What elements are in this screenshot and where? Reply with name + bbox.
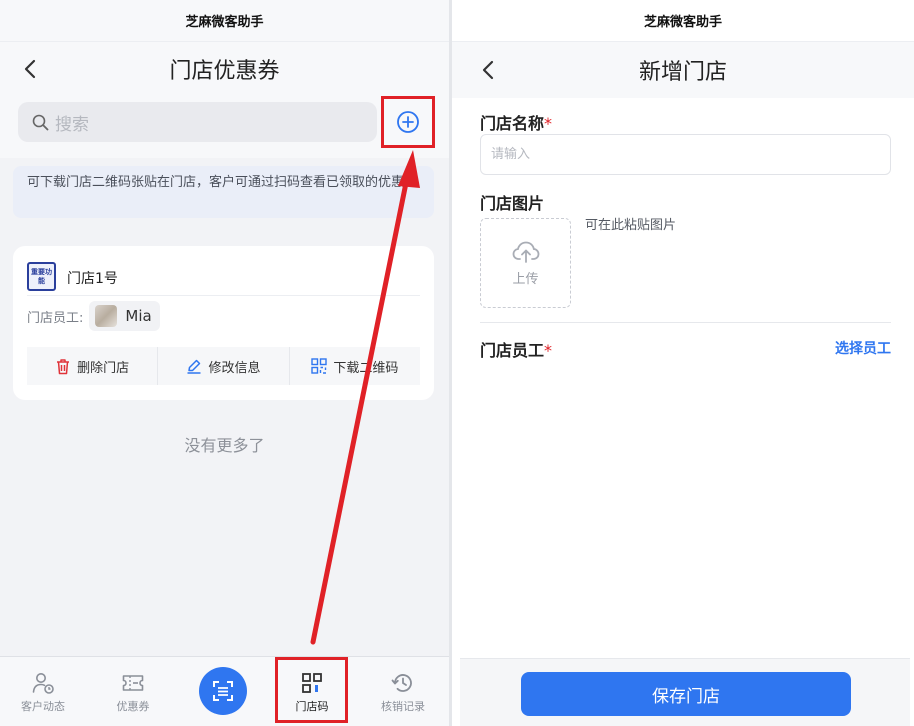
tab-label: 客户动态 [21,700,65,713]
upload-label: 上传 [512,271,539,287]
pencil-icon [187,359,201,374]
upload-image-button[interactable]: 上传 [480,218,571,308]
tab-customer-activity[interactable]: 客户动态 [3,657,83,726]
tab-coupons[interactable]: 优惠券 [93,657,173,726]
search-icon [32,114,49,130]
bottom-tab-bar: 客户动态 优惠券 门店码 核销记录 [0,656,449,726]
staff-label: 门店员工: [27,310,84,326]
search-input[interactable]: 搜索 [18,102,377,142]
paste-hint: 可在此粘贴图片 [585,218,677,233]
page-title: 门店优惠券 [169,59,280,84]
store-image-label: 门店图片 [480,194,545,213]
delete-store-label: 删除门店 [77,360,130,376]
search-placeholder: 搜索 [55,114,89,135]
edit-info-label: 修改信息 [208,360,261,376]
nav-bar: 门店优惠券 [0,42,449,96]
staff-name: Mia [125,307,152,325]
qr-tip: 可下载门店二维码张贴在门店，客户可通过扫码查看已领取的优惠券 [13,166,434,218]
store-actions: 删除门店 修改信息 下载二维码 [27,347,420,385]
choose-staff-link[interactable]: 选择员工 [835,338,891,358]
tab-redeem-history[interactable]: 核销记录 [363,657,443,726]
store-name-input[interactable] [480,134,891,175]
delete-store-button[interactable]: 删除门店 [27,347,159,385]
app-title: 芝麻微客助手 [452,0,914,42]
staff-row: 门店员工: Mia [27,300,160,332]
tab-store-code[interactable]: 门店码 [272,657,352,726]
back-icon[interactable] [476,57,502,83]
scan-icon [213,681,233,701]
store-staff-label: 门店员工* [480,337,552,361]
store-name-label-text: 门店名称 [480,114,545,133]
nav-bar: 新增门店 [452,42,914,98]
plus-circle-icon [397,111,419,133]
store-staff-label-text: 门店员工 [480,341,545,360]
coupon-icon [122,675,144,691]
qr-code-icon [302,673,322,693]
download-qr-button[interactable]: 下载二维码 [290,347,420,385]
store-card: 重要功能 门店1号 门店员工: Mia 删除门店 修改信息 下载二维码 [13,246,434,400]
store-header: 重要功能 门店1号 [27,262,420,296]
staff-chip: Mia [89,301,160,331]
history-icon [391,674,412,692]
avatar [95,305,118,327]
divider [480,322,891,323]
no-more-text: 没有更多了 [184,436,265,455]
store-coupons-screen: 芝麻微客助手 门店优惠券 搜索 可下载门店二维码张贴在门店，客户可通过扫码查看已… [0,0,449,726]
search-row: 搜索 [0,96,449,158]
trash-icon [57,358,70,374]
add-store-screen: 芝麻微客助手 新增门店 门店名称* 门店图片 上传 可在此粘贴图片 门店员工* … [452,0,914,726]
app-title: 芝麻微客助手 [0,0,449,42]
store-name-label: 门店名称* [480,110,552,134]
back-icon[interactable] [18,56,44,82]
add-store-button[interactable] [381,96,435,148]
page-title: 新增门店 [638,60,727,85]
required-mark: * [544,114,553,133]
tab-label: 优惠券 [116,700,150,713]
store-badge-icon: 重要功能 [27,262,56,291]
qr-code-icon [311,358,328,374]
customer-activity-icon [32,673,54,694]
scan-button[interactable] [199,667,247,715]
edit-info-button[interactable]: 修改信息 [158,347,290,385]
tab-label: 核销记录 [381,700,425,713]
required-mark: * [544,341,553,360]
download-qr-label: 下载二维码 [333,360,399,376]
save-store-button[interactable]: 保存门店 [521,672,851,716]
tab-label: 门店码 [295,700,329,713]
cloud-upload-icon [512,241,539,263]
store-name: 门店1号 [67,271,118,287]
